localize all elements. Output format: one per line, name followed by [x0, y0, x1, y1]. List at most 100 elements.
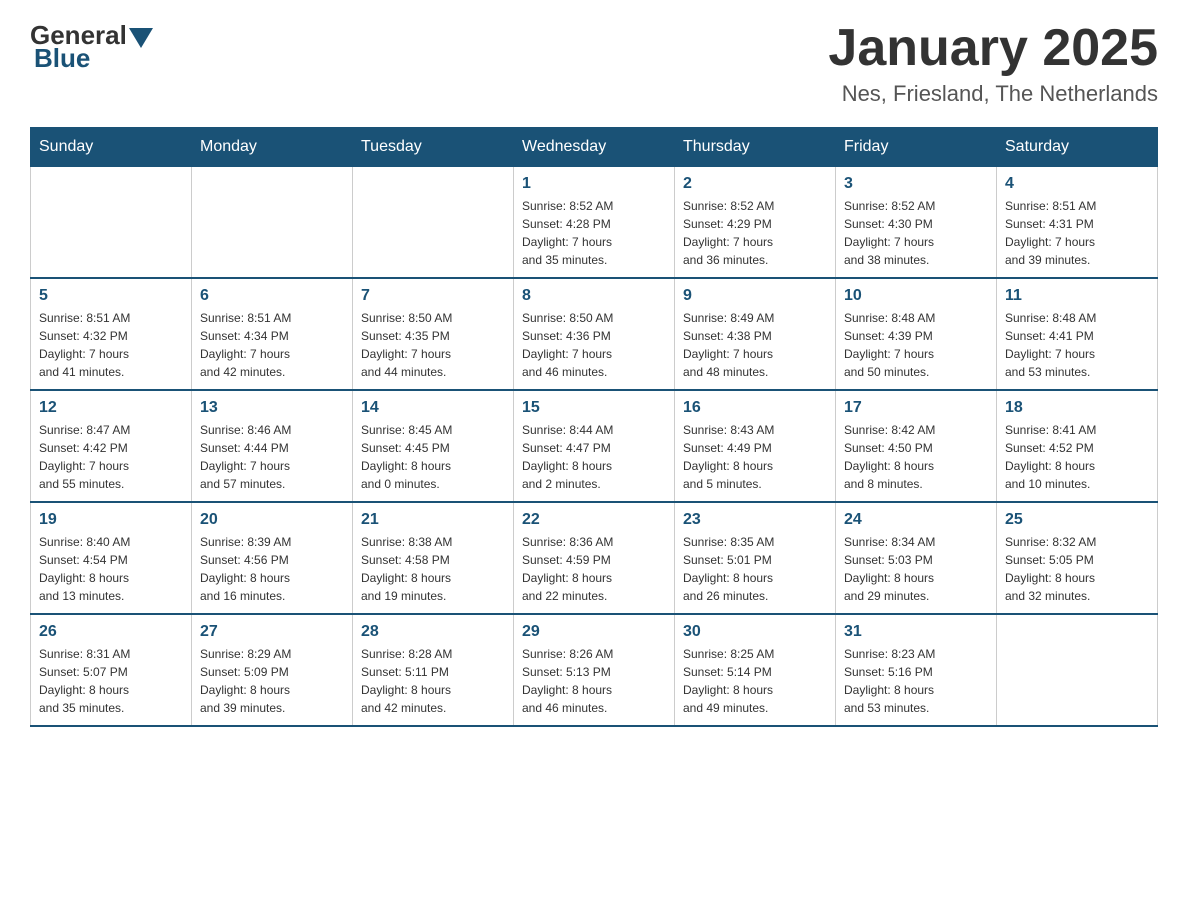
- calendar-cell: 22 Sunrise: 8:36 AM Sunset: 4:59 PM Dayli…: [514, 502, 675, 614]
- calendar-week-5: 26 Sunrise: 8:31 AM Sunset: 5:07 PM Dayli…: [31, 614, 1158, 726]
- day-info: Sunrise: 8:38 AM Sunset: 4:58 PM Dayligh…: [361, 533, 505, 605]
- calendar-cell: 23 Sunrise: 8:35 AM Sunset: 5:01 PM Dayli…: [675, 502, 836, 614]
- day-number: 3: [844, 175, 988, 193]
- day-number: 1: [522, 175, 666, 193]
- calendar-cell: 29 Sunrise: 8:26 AM Sunset: 5:13 PM Dayli…: [514, 614, 675, 726]
- calendar-cell: 10 Sunrise: 8:48 AM Sunset: 4:39 PM Dayli…: [836, 278, 997, 390]
- day-number: 23: [683, 511, 827, 529]
- day-number: 24: [844, 511, 988, 529]
- calendar-cell: 28 Sunrise: 8:28 AM Sunset: 5:11 PM Dayli…: [353, 614, 514, 726]
- weekday-header-tuesday: Tuesday: [353, 128, 514, 167]
- day-number: 7: [361, 287, 505, 305]
- calendar-week-4: 19 Sunrise: 8:40 AM Sunset: 4:54 PM Dayli…: [31, 502, 1158, 614]
- day-number: 25: [1005, 511, 1149, 529]
- day-number: 16: [683, 399, 827, 417]
- day-number: 27: [200, 623, 344, 641]
- day-number: 10: [844, 287, 988, 305]
- title-section: January 2025 Nes, Friesland, The Netherl…: [828, 20, 1158, 107]
- weekday-header-sunday: Sunday: [31, 128, 192, 167]
- day-info: Sunrise: 8:48 AM Sunset: 4:39 PM Dayligh…: [844, 309, 988, 381]
- calendar-table: SundayMondayTuesdayWednesdayThursdayFrid…: [30, 127, 1158, 727]
- day-info: Sunrise: 8:23 AM Sunset: 5:16 PM Dayligh…: [844, 645, 988, 717]
- calendar-cell: 9Sunrise: 8:49 AM Sunset: 4:38 PM Daylig…: [675, 278, 836, 390]
- weekday-header-row: SundayMondayTuesdayWednesdayThursdayFrid…: [31, 128, 1158, 167]
- calendar-cell: 13Sunrise: 8:46 AM Sunset: 4:44 PM Dayli…: [192, 390, 353, 502]
- calendar-cell: 21 Sunrise: 8:38 AM Sunset: 4:58 PM Dayli…: [353, 502, 514, 614]
- calendar-header: SundayMondayTuesdayWednesdayThursdayFrid…: [31, 128, 1158, 167]
- calendar-week-1: 1 Sunrise: 8:52 AM Sunset: 4:28 PM Daylig…: [31, 167, 1158, 279]
- day-info: Sunrise: 8:35 AM Sunset: 5:01 PM Dayligh…: [683, 533, 827, 605]
- day-number: 2: [683, 175, 827, 193]
- day-info: Sunrise: 8:51 AM Sunset: 4:31 PM Dayligh…: [1005, 197, 1149, 269]
- weekday-header-saturday: Saturday: [997, 128, 1158, 167]
- calendar-cell: 20 Sunrise: 8:39 AM Sunset: 4:56 PM Dayli…: [192, 502, 353, 614]
- day-info: Sunrise: 8:52 AM Sunset: 4:29 PM Dayligh…: [683, 197, 827, 269]
- calendar-cell: 17Sunrise: 8:42 AM Sunset: 4:50 PM Dayli…: [836, 390, 997, 502]
- day-info: Sunrise: 8:50 AM Sunset: 4:36 PM Dayligh…: [522, 309, 666, 381]
- calendar-subtitle: Nes, Friesland, The Netherlands: [828, 81, 1158, 107]
- calendar-cell: [997, 614, 1158, 726]
- calendar-cell: 6 Sunrise: 8:51 AM Sunset: 4:34 PM Daylig…: [192, 278, 353, 390]
- day-number: 15: [522, 399, 666, 417]
- day-info: Sunrise: 8:51 AM Sunset: 4:32 PM Dayligh…: [39, 309, 183, 381]
- calendar-cell: 3 Sunrise: 8:52 AM Sunset: 4:30 PM Daylig…: [836, 167, 997, 279]
- day-info: Sunrise: 8:29 AM Sunset: 5:09 PM Dayligh…: [200, 645, 344, 717]
- day-info: Sunrise: 8:41 AM Sunset: 4:52 PM Dayligh…: [1005, 421, 1149, 493]
- day-info: Sunrise: 8:40 AM Sunset: 4:54 PM Dayligh…: [39, 533, 183, 605]
- day-number: 28: [361, 623, 505, 641]
- page-header: General Blue January 2025 Nes, Friesland…: [30, 20, 1158, 107]
- calendar-cell: 25 Sunrise: 8:32 AM Sunset: 5:05 PM Dayli…: [997, 502, 1158, 614]
- calendar-cell: 18 Sunrise: 8:41 AM Sunset: 4:52 PM Dayli…: [997, 390, 1158, 502]
- calendar-cell: 11 Sunrise: 8:48 AM Sunset: 4:41 PM Dayli…: [997, 278, 1158, 390]
- day-info: Sunrise: 8:43 AM Sunset: 4:49 PM Dayligh…: [683, 421, 827, 493]
- day-info: Sunrise: 8:44 AM Sunset: 4:47 PM Dayligh…: [522, 421, 666, 493]
- day-number: 8: [522, 287, 666, 305]
- logo-triangle-icon: [129, 28, 153, 48]
- calendar-cell: [353, 167, 514, 279]
- day-info: Sunrise: 8:25 AM Sunset: 5:14 PM Dayligh…: [683, 645, 827, 717]
- day-info: Sunrise: 8:31 AM Sunset: 5:07 PM Dayligh…: [39, 645, 183, 717]
- day-number: 20: [200, 511, 344, 529]
- calendar-title: January 2025: [828, 20, 1158, 77]
- logo-blue: Blue: [34, 43, 90, 73]
- day-info: Sunrise: 8:28 AM Sunset: 5:11 PM Dayligh…: [361, 645, 505, 717]
- day-info: Sunrise: 8:52 AM Sunset: 4:30 PM Dayligh…: [844, 197, 988, 269]
- day-info: Sunrise: 8:39 AM Sunset: 4:56 PM Dayligh…: [200, 533, 344, 605]
- day-info: Sunrise: 8:50 AM Sunset: 4:35 PM Dayligh…: [361, 309, 505, 381]
- day-number: 26: [39, 623, 183, 641]
- calendar-cell: 12Sunrise: 8:47 AM Sunset: 4:42 PM Dayli…: [31, 390, 192, 502]
- weekday-header-monday: Monday: [192, 128, 353, 167]
- weekday-header-friday: Friday: [836, 128, 997, 167]
- day-info: Sunrise: 8:48 AM Sunset: 4:41 PM Dayligh…: [1005, 309, 1149, 381]
- day-number: 11: [1005, 287, 1149, 305]
- day-number: 22: [522, 511, 666, 529]
- day-number: 6: [200, 287, 344, 305]
- calendar-cell: 7 Sunrise: 8:50 AM Sunset: 4:35 PM Daylig…: [353, 278, 514, 390]
- weekday-header-wednesday: Wednesday: [514, 128, 675, 167]
- day-info: Sunrise: 8:32 AM Sunset: 5:05 PM Dayligh…: [1005, 533, 1149, 605]
- day-info: Sunrise: 8:36 AM Sunset: 4:59 PM Dayligh…: [522, 533, 666, 605]
- calendar-cell: 31Sunrise: 8:23 AM Sunset: 5:16 PM Dayli…: [836, 614, 997, 726]
- calendar-cell: 30 Sunrise: 8:25 AM Sunset: 5:14 PM Dayli…: [675, 614, 836, 726]
- day-number: 19: [39, 511, 183, 529]
- day-info: Sunrise: 8:52 AM Sunset: 4:28 PM Dayligh…: [522, 197, 666, 269]
- day-number: 21: [361, 511, 505, 529]
- day-number: 5: [39, 287, 183, 305]
- day-number: 29: [522, 623, 666, 641]
- day-info: Sunrise: 8:51 AM Sunset: 4:34 PM Dayligh…: [200, 309, 344, 381]
- day-info: Sunrise: 8:34 AM Sunset: 5:03 PM Dayligh…: [844, 533, 988, 605]
- calendar-cell: 26 Sunrise: 8:31 AM Sunset: 5:07 PM Dayli…: [31, 614, 192, 726]
- day-info: Sunrise: 8:46 AM Sunset: 4:44 PM Dayligh…: [200, 421, 344, 493]
- day-info: Sunrise: 8:26 AM Sunset: 5:13 PM Dayligh…: [522, 645, 666, 717]
- weekday-header-thursday: Thursday: [675, 128, 836, 167]
- calendar-week-2: 5 Sunrise: 8:51 AM Sunset: 4:32 PM Daylig…: [31, 278, 1158, 390]
- day-number: 18: [1005, 399, 1149, 417]
- day-info: Sunrise: 8:47 AM Sunset: 4:42 PM Dayligh…: [39, 421, 183, 493]
- calendar-week-3: 12Sunrise: 8:47 AM Sunset: 4:42 PM Dayli…: [31, 390, 1158, 502]
- day-number: 4: [1005, 175, 1149, 193]
- day-number: 30: [683, 623, 827, 641]
- calendar-cell: 24 Sunrise: 8:34 AM Sunset: 5:03 PM Dayli…: [836, 502, 997, 614]
- day-info: Sunrise: 8:42 AM Sunset: 4:50 PM Dayligh…: [844, 421, 988, 493]
- day-info: Sunrise: 8:49 AM Sunset: 4:38 PM Dayligh…: [683, 309, 827, 381]
- calendar-cell: 1 Sunrise: 8:52 AM Sunset: 4:28 PM Daylig…: [514, 167, 675, 279]
